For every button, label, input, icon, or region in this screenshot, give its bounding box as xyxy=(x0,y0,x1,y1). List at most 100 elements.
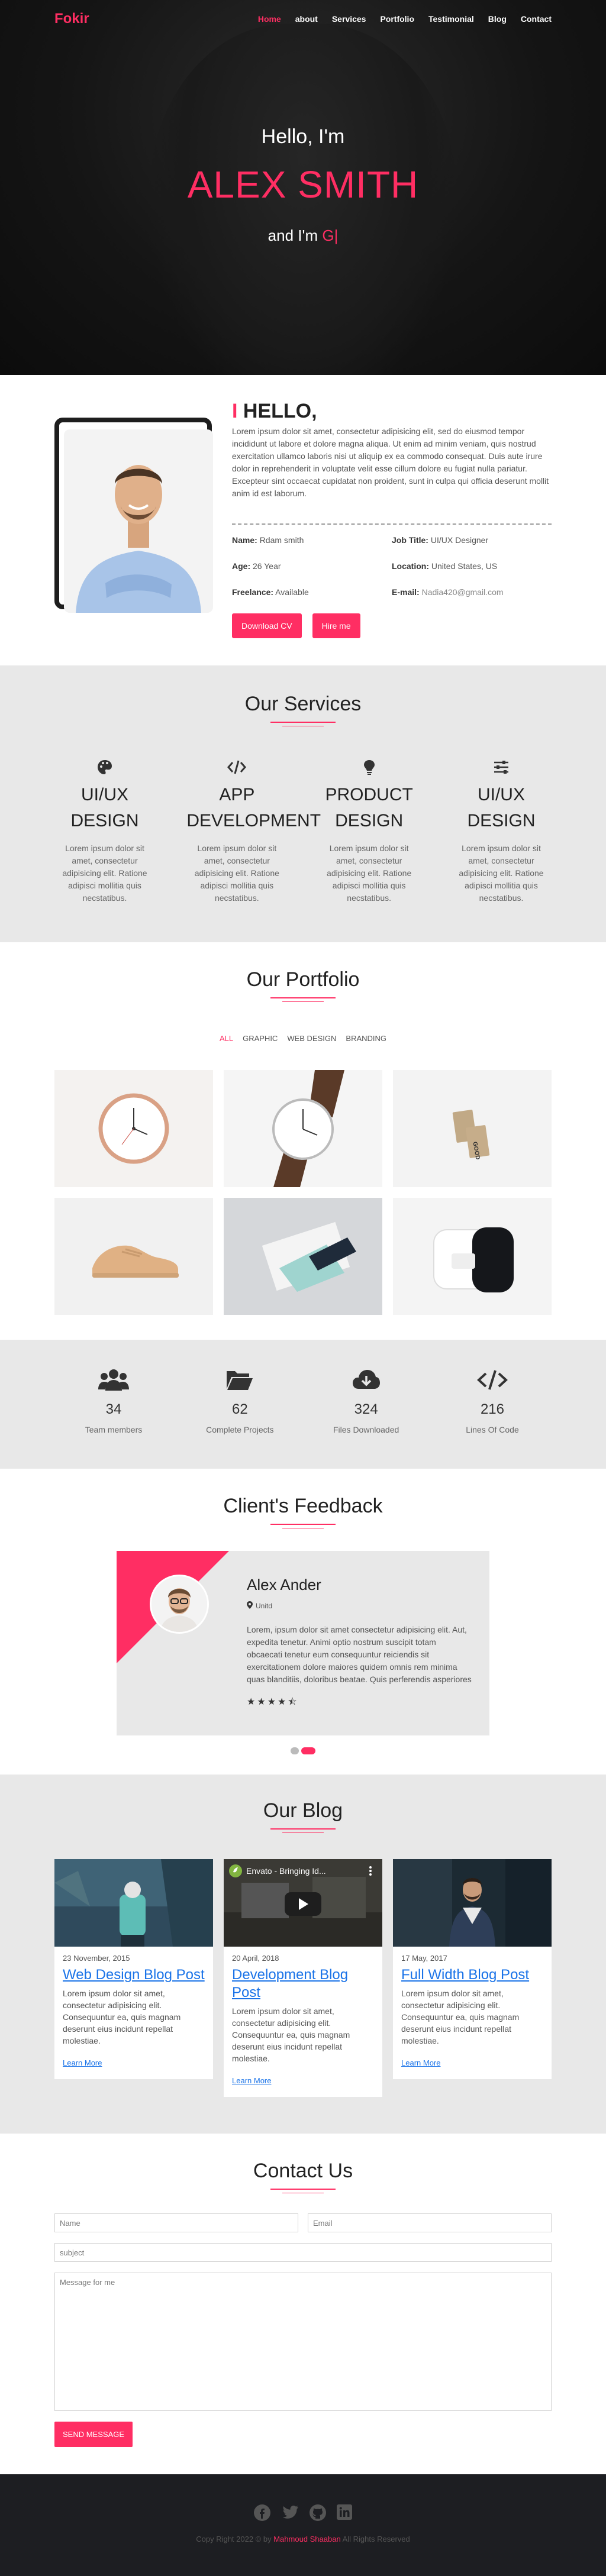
learn-more-link[interactable]: Learn More xyxy=(401,2058,440,2067)
service-title: PRODUCT DESIGN xyxy=(325,785,413,830)
filter-all[interactable]: ALL xyxy=(220,1034,233,1043)
title-divider xyxy=(270,1524,336,1528)
stat-lines-of-code: 216 Lines Of Code xyxy=(433,1368,552,1434)
testimonial-text: Lorem, ipsum dolor sit amet consectetur … xyxy=(247,1625,472,1684)
portfolio-item-speaker[interactable] xyxy=(393,1198,552,1315)
facebook-icon[interactable] xyxy=(253,2504,271,2522)
send-message-button[interactable]: SEND MESSAGE xyxy=(54,2422,133,2447)
portfolio-item-business-cards[interactable]: GOOD xyxy=(393,1070,552,1187)
about-photo xyxy=(54,418,215,613)
cloud-download-icon xyxy=(307,1368,426,1392)
contact-section: Contact Us SEND MESSAGE xyxy=(0,2134,606,2474)
download-cv-button[interactable]: Download CV xyxy=(232,613,302,638)
blog-card: Envato - Bringing Id... 20 April, 2018 D… xyxy=(224,1859,382,2097)
stat-label: Lines Of Code xyxy=(466,1425,519,1434)
blog-card: 23 November, 2015 Web Design Blog Post L… xyxy=(54,1859,213,2079)
hire-me-button[interactable]: Hire me xyxy=(312,613,360,638)
stat-team-members: 34 Team members xyxy=(54,1368,173,1434)
video-title: Envato - Bringing Id... xyxy=(246,1866,326,1876)
stat-label: Team members xyxy=(85,1425,143,1434)
portfolio-section: Our Portfolio ALL GRAPHIC WEB DESIGN BRA… xyxy=(0,942,606,1340)
hero-greeting: Hello, I'm xyxy=(261,125,345,148)
client-location: Unitd xyxy=(247,1601,473,1611)
about-description: Lorem ipsum dolor sit amet, consectetur … xyxy=(232,426,549,498)
title-divider xyxy=(270,997,336,1002)
blog-excerpt: Lorem ipsum dolor sit amet, consectetur … xyxy=(401,1989,520,2045)
carousel-dot-active[interactable] xyxy=(301,1747,315,1754)
nav-link-about[interactable]: about xyxy=(295,14,318,24)
stat-number: 62 xyxy=(231,1401,248,1417)
stat-projects: 62 Complete Projects xyxy=(180,1368,299,1434)
blog-post-title-link[interactable]: Full Width Blog Post xyxy=(401,1966,543,1984)
filter-web-design[interactable]: WEB DESIGN xyxy=(287,1034,336,1043)
blog-title: Our Blog xyxy=(263,1799,343,1822)
service-desc: Lorem ipsum dolor sit amet, consectetur … xyxy=(327,843,412,903)
nav-link-home[interactable]: Home xyxy=(258,14,281,24)
portfolio-item-clock[interactable] xyxy=(54,1070,213,1187)
twitter-icon[interactable] xyxy=(281,2504,299,2522)
folder-open-icon xyxy=(180,1368,299,1392)
about-title-text: HELLO, xyxy=(237,400,317,422)
blog-post-title-link[interactable]: Web Design Blog Post xyxy=(63,1966,205,1984)
stat-number: 324 xyxy=(354,1401,378,1417)
about-divider xyxy=(232,523,552,525)
blog-date: 17 May, 2017 xyxy=(401,1954,447,1963)
star-rating: ★★★★⯪ xyxy=(247,1697,299,1707)
code-icon xyxy=(433,1368,552,1392)
blog-image xyxy=(54,1859,213,1947)
blog-image xyxy=(393,1859,552,1947)
nav-link-testimonial[interactable]: Testimonial xyxy=(428,14,474,24)
site-logo[interactable]: Fokir xyxy=(54,11,89,27)
services-section: Our Services UI/UX DESIGN Lorem ipsum do… xyxy=(0,665,606,942)
nav-link-portfolio[interactable]: Portfolio xyxy=(380,14,414,24)
portfolio-item-watch[interactable] xyxy=(224,1070,382,1187)
about-section: I HELLO, Lorem ipsum dolor sit amet, con… xyxy=(0,375,606,665)
learn-more-link[interactable]: Learn More xyxy=(63,2058,102,2067)
code-icon xyxy=(186,758,287,776)
blog-excerpt: Lorem ipsum dolor sit amet, consectetur … xyxy=(63,1989,181,2045)
service-desc: Lorem ipsum dolor sit amet, consectetur … xyxy=(459,843,544,903)
linkedin-icon[interactable] xyxy=(336,2504,353,2522)
carousel-dot[interactable] xyxy=(291,1747,299,1754)
client-location-text: Unitd xyxy=(256,1602,273,1610)
contact-form: SEND MESSAGE xyxy=(54,2213,552,2447)
blog-post-title-link[interactable]: Development Blog Post xyxy=(232,1966,374,2002)
blog-video[interactable]: Envato - Bringing Id... xyxy=(224,1859,382,1947)
footer: Copy Right 2022 © by Mahmoud Shaaban All… xyxy=(0,2474,606,2576)
learn-more-link[interactable]: Learn More xyxy=(232,2076,271,2085)
hero-typed-text: G| xyxy=(322,227,339,244)
author-link[interactable]: Mahmoud Shaaban xyxy=(273,2535,340,2543)
feedback-title: Client's Feedback xyxy=(223,1495,383,1517)
nav-link-blog[interactable]: Blog xyxy=(488,14,507,24)
about-details: Name: Rdam smith Job Title: UI/UX Design… xyxy=(232,535,552,597)
feedback-section: Client's Feedback Alex Ander Unitd Lorem… xyxy=(0,1469,606,1775)
about-title: I HELLO, xyxy=(232,400,552,423)
nav-link-contact[interactable]: Contact xyxy=(521,14,552,24)
github-icon[interactable] xyxy=(309,2504,327,2522)
portfolio-item-sneaker[interactable] xyxy=(54,1198,213,1315)
portfolio-title: Our Portfolio xyxy=(246,968,360,991)
client-name: Alex Ander xyxy=(247,1576,321,1594)
blog-card: 17 May, 2017 Full Width Blog Post Lorem … xyxy=(393,1859,552,2079)
filter-branding[interactable]: BRANDING xyxy=(346,1034,386,1043)
nav-link-services[interactable]: Services xyxy=(332,14,366,24)
detail-name: Name: Rdam smith xyxy=(232,535,304,545)
portfolio-item-card-stack[interactable] xyxy=(224,1198,382,1315)
filter-graphic[interactable]: GRAPHIC xyxy=(243,1034,278,1043)
stat-downloads: 324 Files Downloaded xyxy=(307,1368,426,1434)
message-textarea[interactable] xyxy=(54,2273,552,2411)
users-icon xyxy=(54,1368,173,1392)
blog-date: 20 April, 2018 xyxy=(232,1954,279,1963)
detail-age: Age: 26 Year xyxy=(232,561,281,571)
profile-photo xyxy=(64,429,213,613)
name-input[interactable] xyxy=(54,2213,298,2232)
email-input[interactable] xyxy=(308,2213,552,2232)
detail-job-title: Job Title: UI/UX Designer xyxy=(392,535,489,545)
hero-name: ALEX SMITH xyxy=(187,163,419,206)
service-card: PRODUCT DESIGN Lorem ipsum dolor sit ame… xyxy=(319,758,420,904)
service-card: UI/UX DESIGN Lorem ipsum dolor sit amet,… xyxy=(451,758,552,904)
hero-section: Hello, I'm ALEX SMITH and I'm G| xyxy=(0,0,606,375)
service-title: UI/UX DESIGN xyxy=(70,785,139,830)
service-card: UI/UX DESIGN Lorem ipsum dolor sit amet,… xyxy=(54,758,155,904)
subject-input[interactable] xyxy=(54,2243,552,2262)
